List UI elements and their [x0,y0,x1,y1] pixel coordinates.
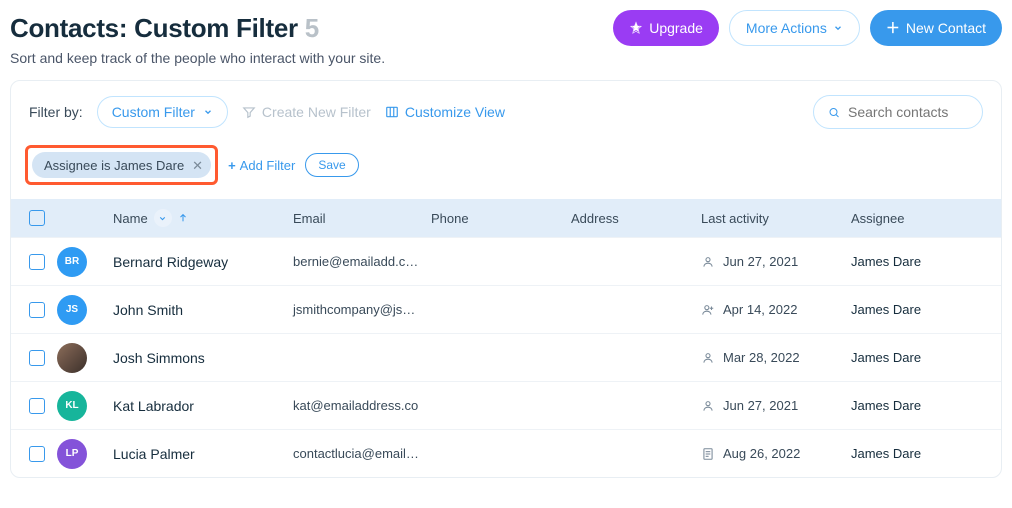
col-assignee[interactable]: Assignee [849,211,1001,226]
col-phone[interactable]: Phone [429,211,569,226]
cell-name: Kat Labrador [111,398,291,414]
table-row[interactable]: BR Bernard Ridgewaybernie@emailadd.c… Jun … [11,237,1001,285]
more-actions-button[interactable]: More Actions [729,10,860,46]
filter-chip-label: Assignee is James Dare [44,158,184,173]
upgrade-icon [629,21,643,35]
plus-icon: + [228,158,236,173]
table-row[interactable]: Josh Simmons Mar 28, 2022James Dare [11,333,1001,381]
remove-filter-icon[interactable]: ✕ [192,159,203,172]
cell-email: bernie@emailadd.c… [291,254,429,269]
col-last-activity[interactable]: Last activity [699,211,849,226]
upgrade-label: Upgrade [649,20,703,36]
filter-dropdown[interactable]: Custom Filter [97,96,228,128]
cell-name: Lucia Palmer [111,446,291,462]
customize-view-link[interactable]: Customize View [385,104,505,120]
table-row[interactable]: JS John Smithjsmithcompany@js… Apr 14, 202… [11,285,1001,333]
funnel-icon [242,105,256,119]
search-input-wrapper[interactable] [813,95,983,129]
cell-name: Josh Simmons [111,350,291,366]
sort-direction-icon[interactable] [154,209,172,227]
contacts-table: Name Email Phone Address Last activity A… [11,199,1001,477]
select-all-checkbox[interactable] [29,210,45,226]
title-count: 5 [305,13,319,43]
filter-chip[interactable]: Assignee is James Dare ✕ [32,152,211,178]
cell-email: kat@emailaddress.co [291,398,429,413]
active-filter-highlight: Assignee is James Dare ✕ [25,145,218,185]
cell-name: John Smith [111,302,291,318]
cell-assignee: James Dare [849,398,1001,413]
contacts-panel: Filter by: Custom Filter Create New Filt… [10,80,1002,478]
more-actions-label: More Actions [746,20,827,36]
columns-icon [385,105,399,119]
cell-assignee: James Dare [849,254,1001,269]
cell-last-activity: Apr 14, 2022 [699,302,849,317]
page-subtitle: Sort and keep track of the people who in… [10,50,1002,66]
add-filter-link[interactable]: + Add Filter [228,158,295,173]
sort-arrow-icon [178,212,188,224]
cell-last-activity: Jun 27, 2021 [699,254,849,269]
cell-last-activity: Aug 26, 2022 [699,446,849,461]
row-checkbox[interactable] [29,446,45,462]
create-new-filter: Create New Filter [242,104,371,120]
filter-by-label: Filter by: [29,104,83,120]
row-checkbox[interactable] [29,398,45,414]
avatar-initials: JS [57,295,87,325]
row-checkbox[interactable] [29,302,45,318]
col-name[interactable]: Name [111,209,291,227]
activity-icon [701,447,715,461]
cell-email: jsmithcompany@js… [291,302,429,317]
avatar-initials: KL [57,391,87,421]
search-icon [828,105,840,120]
avatar-initials: LP [57,439,87,469]
new-contact-label: New Contact [906,20,986,36]
cell-assignee: James Dare [849,302,1001,317]
cell-name: Bernard Ridgeway [111,254,291,270]
activity-icon [701,399,715,413]
plus-icon: ＋ [886,18,900,38]
cell-assignee: James Dare [849,446,1001,461]
chevron-down-icon [833,23,843,33]
cell-assignee: James Dare [849,350,1001,365]
row-checkbox[interactable] [29,350,45,366]
table-row[interactable]: KL Kat Labradorkat@emailaddress.co Jun 27,… [11,381,1001,429]
title-prefix: Contacts: [10,13,127,43]
create-new-filter-label: Create New Filter [262,104,371,120]
avatar-initials: BR [57,247,87,277]
cell-last-activity: Jun 27, 2021 [699,398,849,413]
chevron-down-icon [203,107,213,117]
title-filter-name: Custom Filter [134,13,298,43]
search-input[interactable] [848,104,968,120]
customize-view-label: Customize View [405,104,505,120]
activity-icon [701,255,715,269]
table-header: Name Email Phone Address Last activity A… [11,199,1001,237]
cell-email: contactlucia@email… [291,446,429,461]
page-title: Contacts: Custom Filter 5 [10,13,319,44]
activity-icon [701,351,715,365]
activity-icon [701,303,715,317]
row-checkbox[interactable] [29,254,45,270]
cell-last-activity: Mar 28, 2022 [699,350,849,365]
col-email[interactable]: Email [291,211,429,226]
new-contact-button[interactable]: ＋ New Contact [870,10,1002,46]
save-filter-button[interactable]: Save [305,153,358,177]
avatar-photo [57,343,87,373]
upgrade-button[interactable]: Upgrade [613,10,719,46]
col-address[interactable]: Address [569,211,699,226]
col-name-label: Name [113,211,148,226]
table-row[interactable]: LP Lucia Palmercontactlucia@email… Aug 26,… [11,429,1001,477]
add-filter-label: Add Filter [240,158,296,173]
filter-dropdown-label: Custom Filter [112,104,195,120]
